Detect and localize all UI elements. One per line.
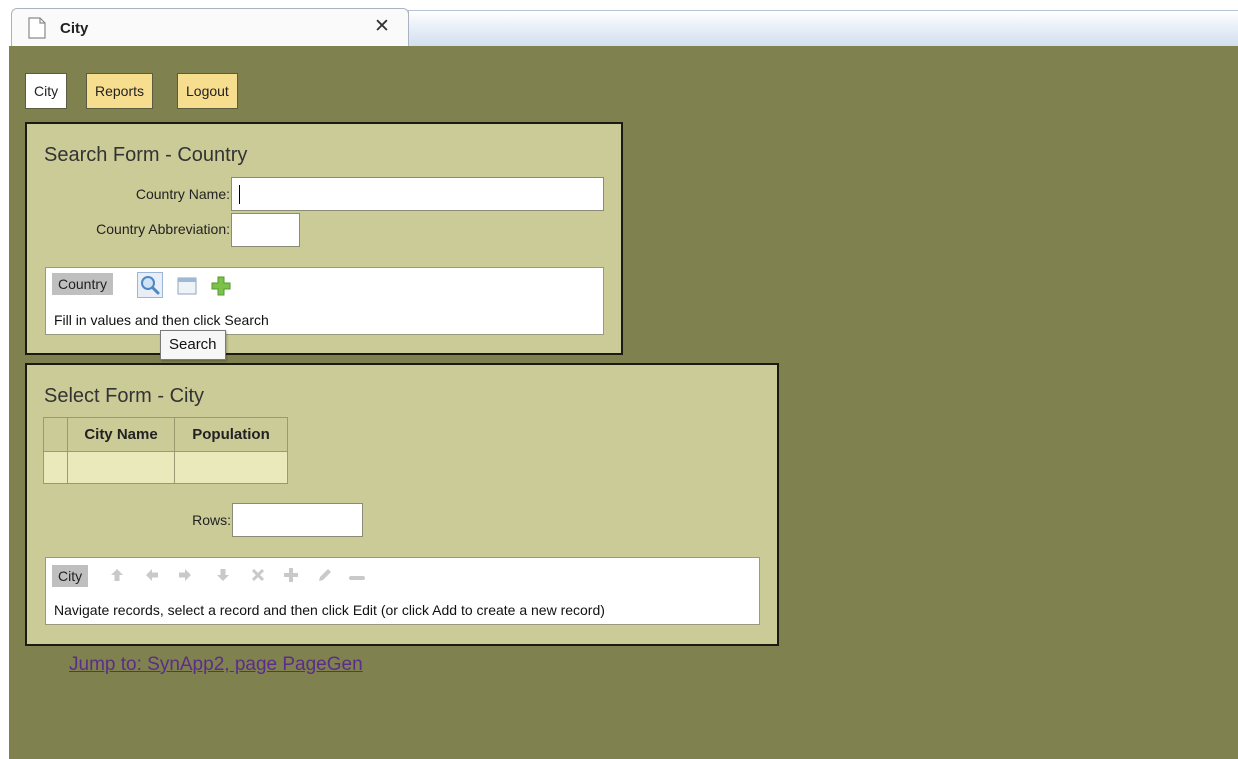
rows-label: Rows:	[192, 512, 231, 528]
close-tab-icon[interactable]: ✕	[374, 17, 390, 37]
browser-tabstrip: City ✕	[0, 0, 1238, 46]
city-toolbar-label: City	[52, 565, 89, 587]
first-record-icon[interactable]	[110, 568, 124, 587]
country-abbreviation-input[interactable]	[231, 213, 300, 247]
search-form-title: Search Form - Country	[44, 144, 248, 166]
nav-city-button[interactable]: City	[25, 73, 68, 109]
nav-logout-button[interactable]: Logout	[177, 73, 238, 109]
remove-icon[interactable]	[348, 570, 366, 588]
jump-to-link[interactable]: Jump to: SynApp2, page PageGen	[69, 654, 363, 676]
country-toolbar-label: Country	[52, 273, 114, 295]
country-toolbar: Country Fill in values and then click Se…	[45, 267, 604, 335]
grid-selector-header	[43, 417, 68, 452]
city-toolbar: City Navigate records, select a record a…	[45, 557, 760, 625]
next-record-icon[interactable]	[178, 568, 192, 587]
edit-icon[interactable]	[318, 568, 332, 587]
rows-input[interactable]	[232, 503, 363, 537]
tabstrip-track	[408, 10, 1238, 46]
add-record-icon[interactable]	[283, 567, 299, 588]
clear-form-icon[interactable]	[177, 277, 197, 300]
page-viewport: City Reports Logout Search Form - Countr…	[9, 46, 1238, 759]
search-tooltip: Search	[160, 330, 226, 360]
last-record-icon[interactable]	[216, 568, 230, 587]
city-grid: City Name Population	[43, 417, 288, 484]
table-row[interactable]	[43, 451, 288, 484]
previous-record-icon[interactable]	[145, 568, 159, 587]
delete-icon[interactable]	[251, 568, 265, 587]
search-form-panel: Search Form - Country Country Name: Coun…	[25, 122, 623, 355]
country-name-label: Country Name:	[135, 186, 230, 202]
search-instructions: Fill in values and then click Search	[54, 312, 269, 328]
tab-title: City	[60, 20, 89, 37]
grid-header-row: City Name Population	[43, 417, 288, 452]
row-selector-cell[interactable]	[43, 451, 68, 484]
country-name-input[interactable]	[231, 177, 604, 211]
page-icon	[28, 17, 46, 44]
nav-reports-button[interactable]: Reports	[86, 73, 154, 109]
browser-tab[interactable]: City ✕	[11, 8, 409, 46]
search-icon[interactable]	[137, 272, 163, 298]
navigate-instructions: Navigate records, select a record and th…	[54, 602, 605, 618]
text-caret	[239, 185, 240, 204]
population-column-header[interactable]: Population	[174, 417, 288, 452]
city-name-column-header[interactable]: City Name	[67, 417, 175, 452]
select-form-panel: Select Form - City City Name Population …	[25, 363, 779, 646]
country-abbreviation-label: Country Abbreviation:	[96, 221, 230, 237]
population-cell	[174, 451, 288, 484]
add-icon[interactable]	[211, 276, 231, 301]
city-name-cell	[67, 451, 175, 484]
select-form-title: Select Form - City	[44, 385, 205, 407]
